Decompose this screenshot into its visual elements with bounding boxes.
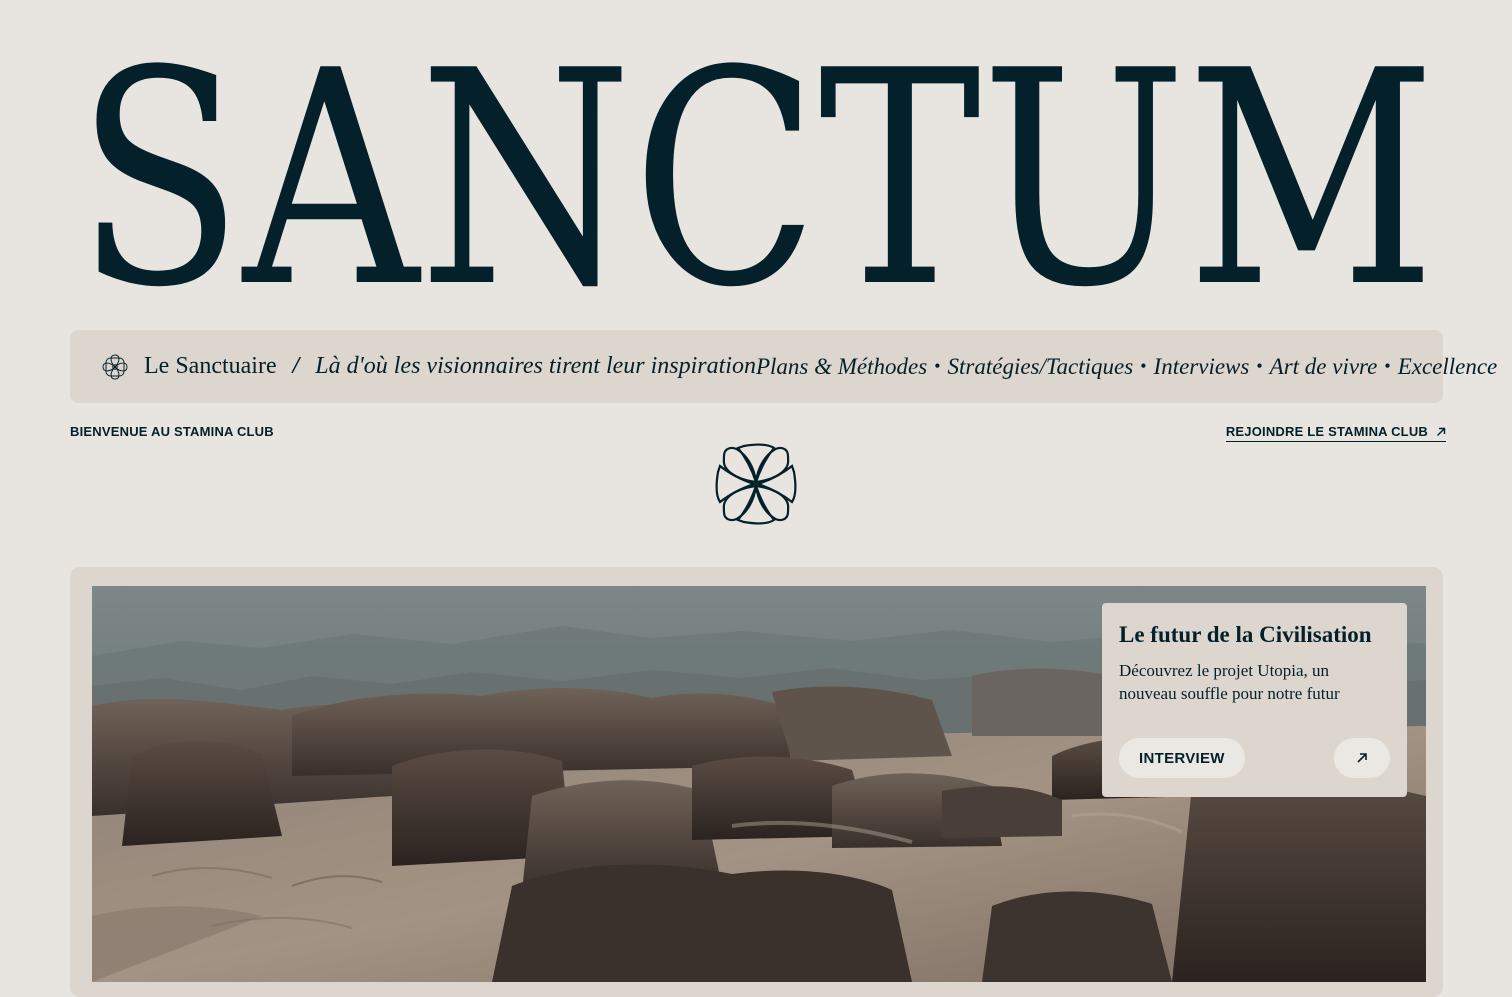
club-emblem-icon <box>715 443 797 525</box>
brand-tagline: Là d'où les visionnaires tirent leur ins… <box>315 353 756 379</box>
nav-separator: • <box>1140 356 1147 376</box>
join-club-link[interactable]: REJOINDRE LE STAMINA CLUB <box>1225 424 1446 442</box>
wordmark-text: SANCTUM <box>76 40 1436 300</box>
featured-article-description: Découvrez le projet Utopia, un nouveau s… <box>1119 661 1340 703</box>
brand-name: Le Sanctuaire <box>144 353 277 379</box>
brand-separator: / <box>292 353 300 379</box>
nav-link-strategies-tactiques[interactable]: Stratégies/Tactiques <box>948 354 1134 380</box>
join-club-label: REJOINDRE LE STAMINA CLUB <box>1225 424 1428 439</box>
nav-link-plans-methodes[interactable]: Plans & Méthodes <box>756 354 927 380</box>
nav-link-interviews[interactable]: Interviews <box>1154 354 1250 380</box>
site-wordmark: SANCTUM <box>76 40 1436 300</box>
arrow-up-right-icon <box>1437 427 1446 436</box>
interview-category-button[interactable]: INTERVIEW <box>1119 738 1245 778</box>
arrow-up-right-icon <box>1357 753 1367 763</box>
nav-separator: • <box>1256 356 1263 376</box>
sanctuaire-emblem-icon <box>102 354 128 379</box>
card-actions: INTERVIEW <box>1119 738 1390 778</box>
featured-article-card: Le futur de la Civilisation Découvrez le… <box>1102 603 1407 797</box>
nav-link-excellence[interactable]: Excellence <box>1398 354 1498 380</box>
nav-separator: • <box>934 356 941 376</box>
featured-article-title[interactable]: Le futur de la Civilisation <box>1119 621 1390 649</box>
top-navigation-bar: Le Sanctuaire / Là d'où les visionnaires… <box>70 330 1497 403</box>
nav-link-art-de-vivre[interactable]: Art de vivre <box>1270 354 1378 380</box>
open-article-button[interactable] <box>1334 738 1390 778</box>
category-nav: Plans & Méthodes • Stratégies/Tactiques … <box>756 354 1497 380</box>
welcome-text: BIENVENUE AU STAMINA CLUB <box>70 424 274 439</box>
brand[interactable]: Le Sanctuaire / Là d'où les visionnaires… <box>100 352 756 382</box>
nav-separator: • <box>1384 356 1391 376</box>
